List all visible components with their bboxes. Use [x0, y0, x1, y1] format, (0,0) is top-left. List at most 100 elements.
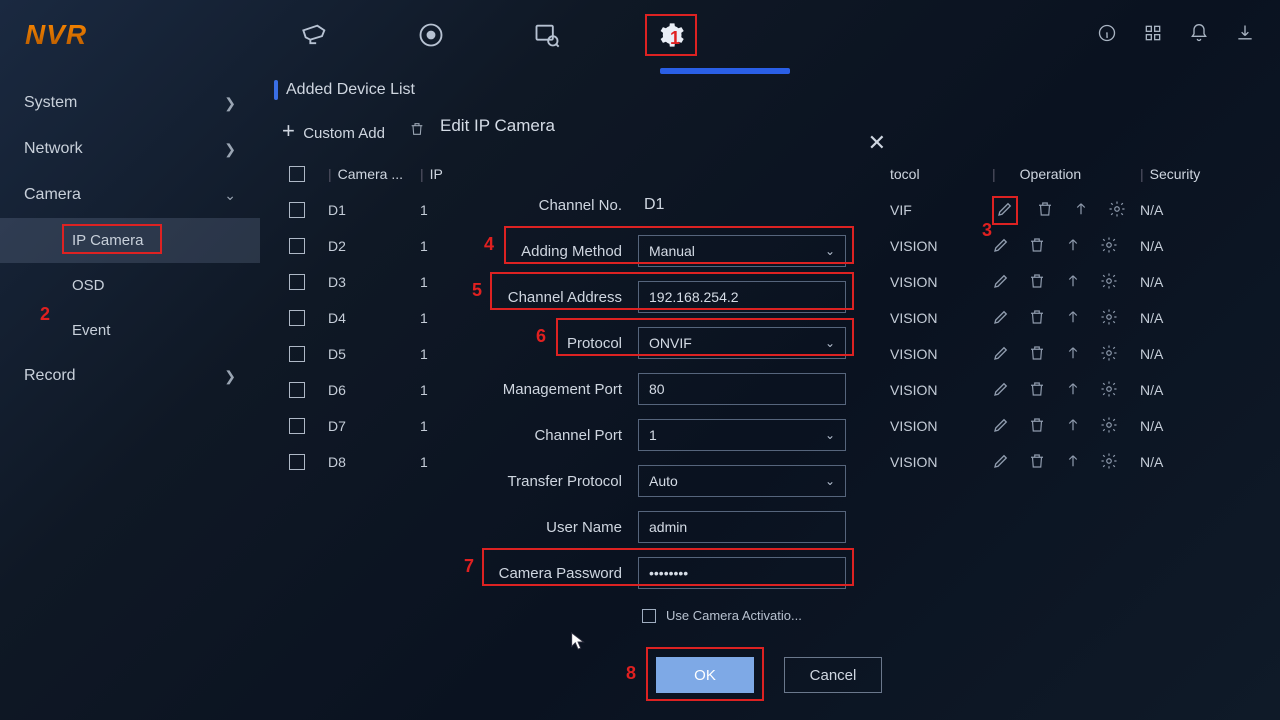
top-nav [297, 14, 697, 56]
modal-title: Edit IP Camera [440, 116, 900, 136]
cell-security: N/A [1140, 382, 1240, 398]
edit-icon[interactable] [992, 380, 1010, 401]
play-circle-icon[interactable] [413, 17, 449, 53]
row-checkbox[interactable] [289, 346, 305, 362]
cell-protocol: VISION [890, 418, 980, 434]
row-checkbox[interactable] [289, 274, 305, 290]
sidebar-item-network[interactable]: Network ❯ [0, 126, 260, 172]
cancel-button[interactable]: Cancel [784, 657, 882, 693]
delete-icon[interactable] [409, 121, 425, 141]
up-icon[interactable] [1064, 452, 1082, 473]
ok-button[interactable]: OK [656, 657, 754, 693]
gear-icon[interactable] [1100, 272, 1118, 293]
cell-security: N/A [1140, 274, 1240, 290]
chevron-right-icon: ❯ [224, 141, 236, 158]
cell-camera: D5 [324, 346, 420, 362]
section-title-text: Added Device List [286, 81, 415, 99]
row-checkbox[interactable] [289, 202, 305, 218]
cell-operation [980, 452, 1140, 473]
gear-icon[interactable] [1100, 236, 1118, 257]
cell-operation [980, 416, 1140, 437]
gear-icon[interactable] [1100, 344, 1118, 365]
edit-icon[interactable] [992, 236, 1010, 257]
use-activation-row[interactable]: Use Camera Activatio... [440, 608, 900, 623]
download-icon[interactable] [1235, 23, 1255, 48]
cursor-icon [570, 632, 586, 655]
gear-icon[interactable] [1100, 452, 1118, 473]
cell-protocol: VISION [890, 454, 980, 470]
protocol-select[interactable]: ONVIF ⌄ [638, 327, 846, 359]
up-icon[interactable] [1064, 236, 1082, 257]
sidebar-label: OSD [72, 277, 105, 294]
up-icon[interactable] [1064, 416, 1082, 437]
camera-icon[interactable] [297, 17, 333, 53]
select-all-checkbox[interactable] [289, 166, 305, 182]
row-checkbox[interactable] [289, 454, 305, 470]
info-icon[interactable] [1097, 23, 1117, 48]
edit-icon[interactable] [992, 344, 1010, 365]
cell-protocol: VISION [890, 310, 980, 326]
annotation-8: 8 [626, 663, 636, 684]
chevron-down-icon: ⌄ [825, 474, 835, 488]
edit-icon[interactable] [992, 272, 1010, 293]
cell-security: N/A [1140, 346, 1240, 362]
edit-icon[interactable] [992, 416, 1010, 437]
gear-icon[interactable] [1100, 380, 1118, 401]
delete-icon[interactable] [1036, 200, 1054, 221]
delete-icon[interactable] [1028, 380, 1046, 401]
up-icon[interactable] [1072, 200, 1090, 221]
channel-port-select[interactable]: 1 ⌄ [638, 419, 846, 451]
sidebar-item-system[interactable]: System ❯ [0, 80, 260, 126]
custom-add-button[interactable]: + Custom Add [282, 118, 385, 144]
mgmt-port-label: Management Port [440, 381, 626, 398]
brand-logo: NVR [25, 19, 87, 51]
user-name-value: admin [649, 519, 687, 535]
user-name-input[interactable]: admin [638, 511, 846, 543]
chevron-down-icon: ⌄ [825, 336, 835, 350]
close-icon[interactable]: ✕ [868, 130, 886, 156]
edit-icon[interactable] [996, 205, 1014, 221]
cell-security: N/A [1140, 202, 1240, 218]
up-icon[interactable] [1064, 272, 1082, 293]
password-input[interactable]: •••••••• [638, 557, 846, 589]
delete-icon[interactable] [1028, 344, 1046, 365]
sidebar-item-camera[interactable]: Camera ⌄ [0, 172, 260, 218]
edit-icon[interactable] [992, 308, 1010, 329]
transfer-proto-select[interactable]: Auto ⌄ [638, 465, 846, 497]
row-checkbox[interactable] [289, 382, 305, 398]
gear-icon[interactable] [1100, 416, 1118, 437]
gear-icon[interactable] [1100, 308, 1118, 329]
sidebar-item-record[interactable]: Record ❯ [0, 353, 260, 399]
cell-camera: D8 [324, 454, 420, 470]
search-record-icon[interactable] [529, 17, 565, 53]
up-icon[interactable] [1064, 380, 1082, 401]
mgmt-port-value: 80 [649, 381, 665, 397]
delete-icon[interactable] [1028, 308, 1046, 329]
up-icon[interactable] [1064, 344, 1082, 365]
transfer-proto-label: Transfer Protocol [440, 473, 626, 490]
row-checkbox[interactable] [289, 238, 305, 254]
row-checkbox[interactable] [289, 418, 305, 434]
edit-icon[interactable] [992, 452, 1010, 473]
row-checkbox[interactable] [289, 310, 305, 326]
adding-method-select[interactable]: Manual ⌄ [638, 235, 846, 267]
plus-icon: + [282, 118, 295, 143]
sidebar-item-osd[interactable]: OSD [0, 263, 260, 308]
sidebar-item-event[interactable]: Event [0, 308, 260, 353]
bell-icon[interactable] [1189, 23, 1209, 48]
channel-address-input[interactable]: 192.168.254.2 [638, 281, 846, 313]
up-icon[interactable] [1064, 308, 1082, 329]
grid-icon[interactable] [1143, 23, 1163, 48]
delete-icon[interactable] [1028, 416, 1046, 437]
chevron-down-icon: ⌄ [825, 244, 835, 258]
delete-icon[interactable] [1028, 236, 1046, 257]
annotation-7: 7 [464, 556, 474, 577]
cell-operation [980, 236, 1140, 257]
gear-icon[interactable] [1108, 200, 1126, 221]
mgmt-port-input[interactable]: 80 [638, 373, 846, 405]
delete-icon[interactable] [1028, 272, 1046, 293]
use-activation-checkbox[interactable] [642, 609, 656, 623]
delete-icon[interactable] [1028, 452, 1046, 473]
sidebar-item-ip-camera[interactable]: IP Camera [0, 218, 260, 263]
annotation-3: 3 [982, 220, 992, 241]
